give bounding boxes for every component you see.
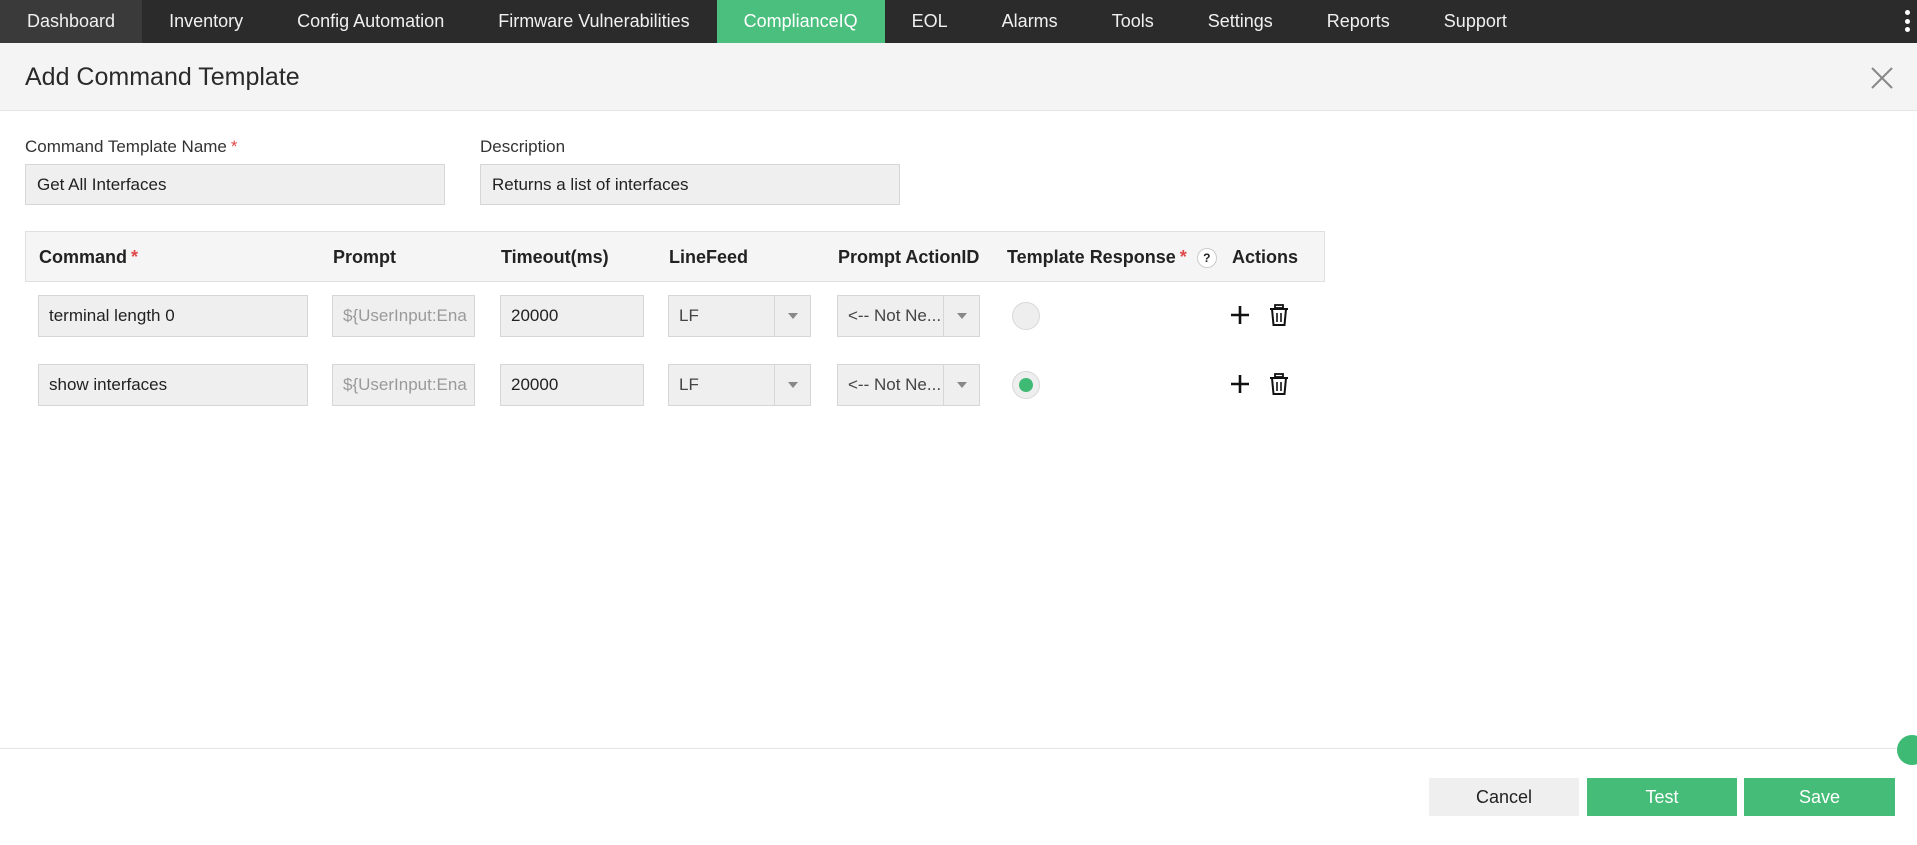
template-response-radio[interactable]: [1012, 302, 1040, 330]
tab-settings[interactable]: Settings: [1181, 0, 1300, 43]
template-name-label: Command Template Name *: [25, 137, 238, 156]
description-label: Description: [480, 137, 566, 156]
add-row-icon[interactable]: [1228, 303, 1252, 327]
trash-icon[interactable]: [1267, 372, 1291, 396]
prompt-input[interactable]: ${UserInput:Ena: [332, 295, 475, 337]
description-input[interactable]: Returns a list of interfaces: [480, 164, 900, 205]
add-row-icon[interactable]: [1228, 372, 1252, 396]
prompt-actionid-value: <-- Not Ne...: [848, 375, 942, 394]
template-response-radio-selected[interactable]: [1012, 371, 1040, 399]
tab-dashboard[interactable]: Dashboard: [0, 0, 143, 43]
prompt-actionid-select[interactable]: <-- Not Ne...: [837, 364, 980, 406]
tab-alarms[interactable]: Alarms: [975, 0, 1085, 43]
tab-eol[interactable]: EOL: [885, 0, 975, 43]
test-button[interactable]: Test: [1587, 778, 1737, 816]
save-button[interactable]: Save: [1744, 778, 1895, 816]
column-timeout: Timeout(ms): [501, 247, 609, 267]
chevron-down-icon: [943, 365, 979, 405]
linefeed-value: LF: [679, 375, 699, 394]
column-prompt: Prompt: [333, 247, 396, 267]
prompt-actionid-select[interactable]: <-- Not Ne...: [837, 295, 980, 337]
column-template-response: Template Response *?: [1007, 247, 1217, 269]
prompt-actionid-value: <-- Not Ne...: [848, 306, 942, 325]
more-menu-icon[interactable]: [1903, 10, 1911, 32]
timeout-input[interactable]: 20000: [500, 364, 644, 406]
command-input[interactable]: terminal length 0: [38, 295, 308, 337]
footer-divider: [0, 748, 1917, 749]
tab-complianceiq[interactable]: ComplianceIQ: [716, 0, 885, 43]
cancel-button[interactable]: Cancel: [1429, 778, 1579, 816]
trash-icon[interactable]: [1267, 303, 1291, 327]
top-navigation: Dashboard Inventory Config Automation Fi…: [0, 0, 1917, 43]
column-linefeed: LineFeed: [669, 247, 749, 267]
column-prompt-actionid: Prompt ActionID: [838, 247, 980, 267]
help-icon[interactable]: ?: [1196, 248, 1217, 269]
close-icon[interactable]: [1869, 65, 1895, 91]
radio-selected-dot: [1019, 378, 1033, 392]
table-header: Command * Prompt Timeout(ms) LineFeed Pro…: [25, 231, 1325, 282]
chevron-down-icon: [943, 296, 979, 336]
linefeed-select[interactable]: LF: [668, 364, 811, 406]
required-marker: *: [230, 137, 238, 156]
chat-icon[interactable]: [1897, 735, 1917, 765]
linefeed-value: LF: [679, 306, 699, 325]
column-command: Command *: [39, 247, 139, 267]
tab-inventory[interactable]: Inventory: [142, 0, 270, 43]
tab-firmware-vulnerabilities[interactable]: Firmware Vulnerabilities: [471, 0, 716, 43]
tab-tools[interactable]: Tools: [1085, 0, 1181, 43]
column-actions: Actions: [1232, 247, 1299, 267]
tab-config-automation[interactable]: Config Automation: [270, 0, 471, 43]
timeout-input[interactable]: 20000: [500, 295, 644, 337]
chevron-down-icon: [774, 365, 810, 405]
dialog-header: Add Command Template: [0, 43, 1917, 111]
template-name-input[interactable]: Get All Interfaces: [25, 164, 445, 205]
linefeed-select[interactable]: LF: [668, 295, 811, 337]
tab-support[interactable]: Support: [1417, 0, 1534, 43]
tab-reports[interactable]: Reports: [1300, 0, 1417, 43]
command-input[interactable]: show interfaces: [38, 364, 308, 406]
prompt-input[interactable]: ${UserInput:Ena: [332, 364, 475, 406]
page-title: Add Command Template: [25, 63, 300, 91]
chevron-down-icon: [774, 296, 810, 336]
